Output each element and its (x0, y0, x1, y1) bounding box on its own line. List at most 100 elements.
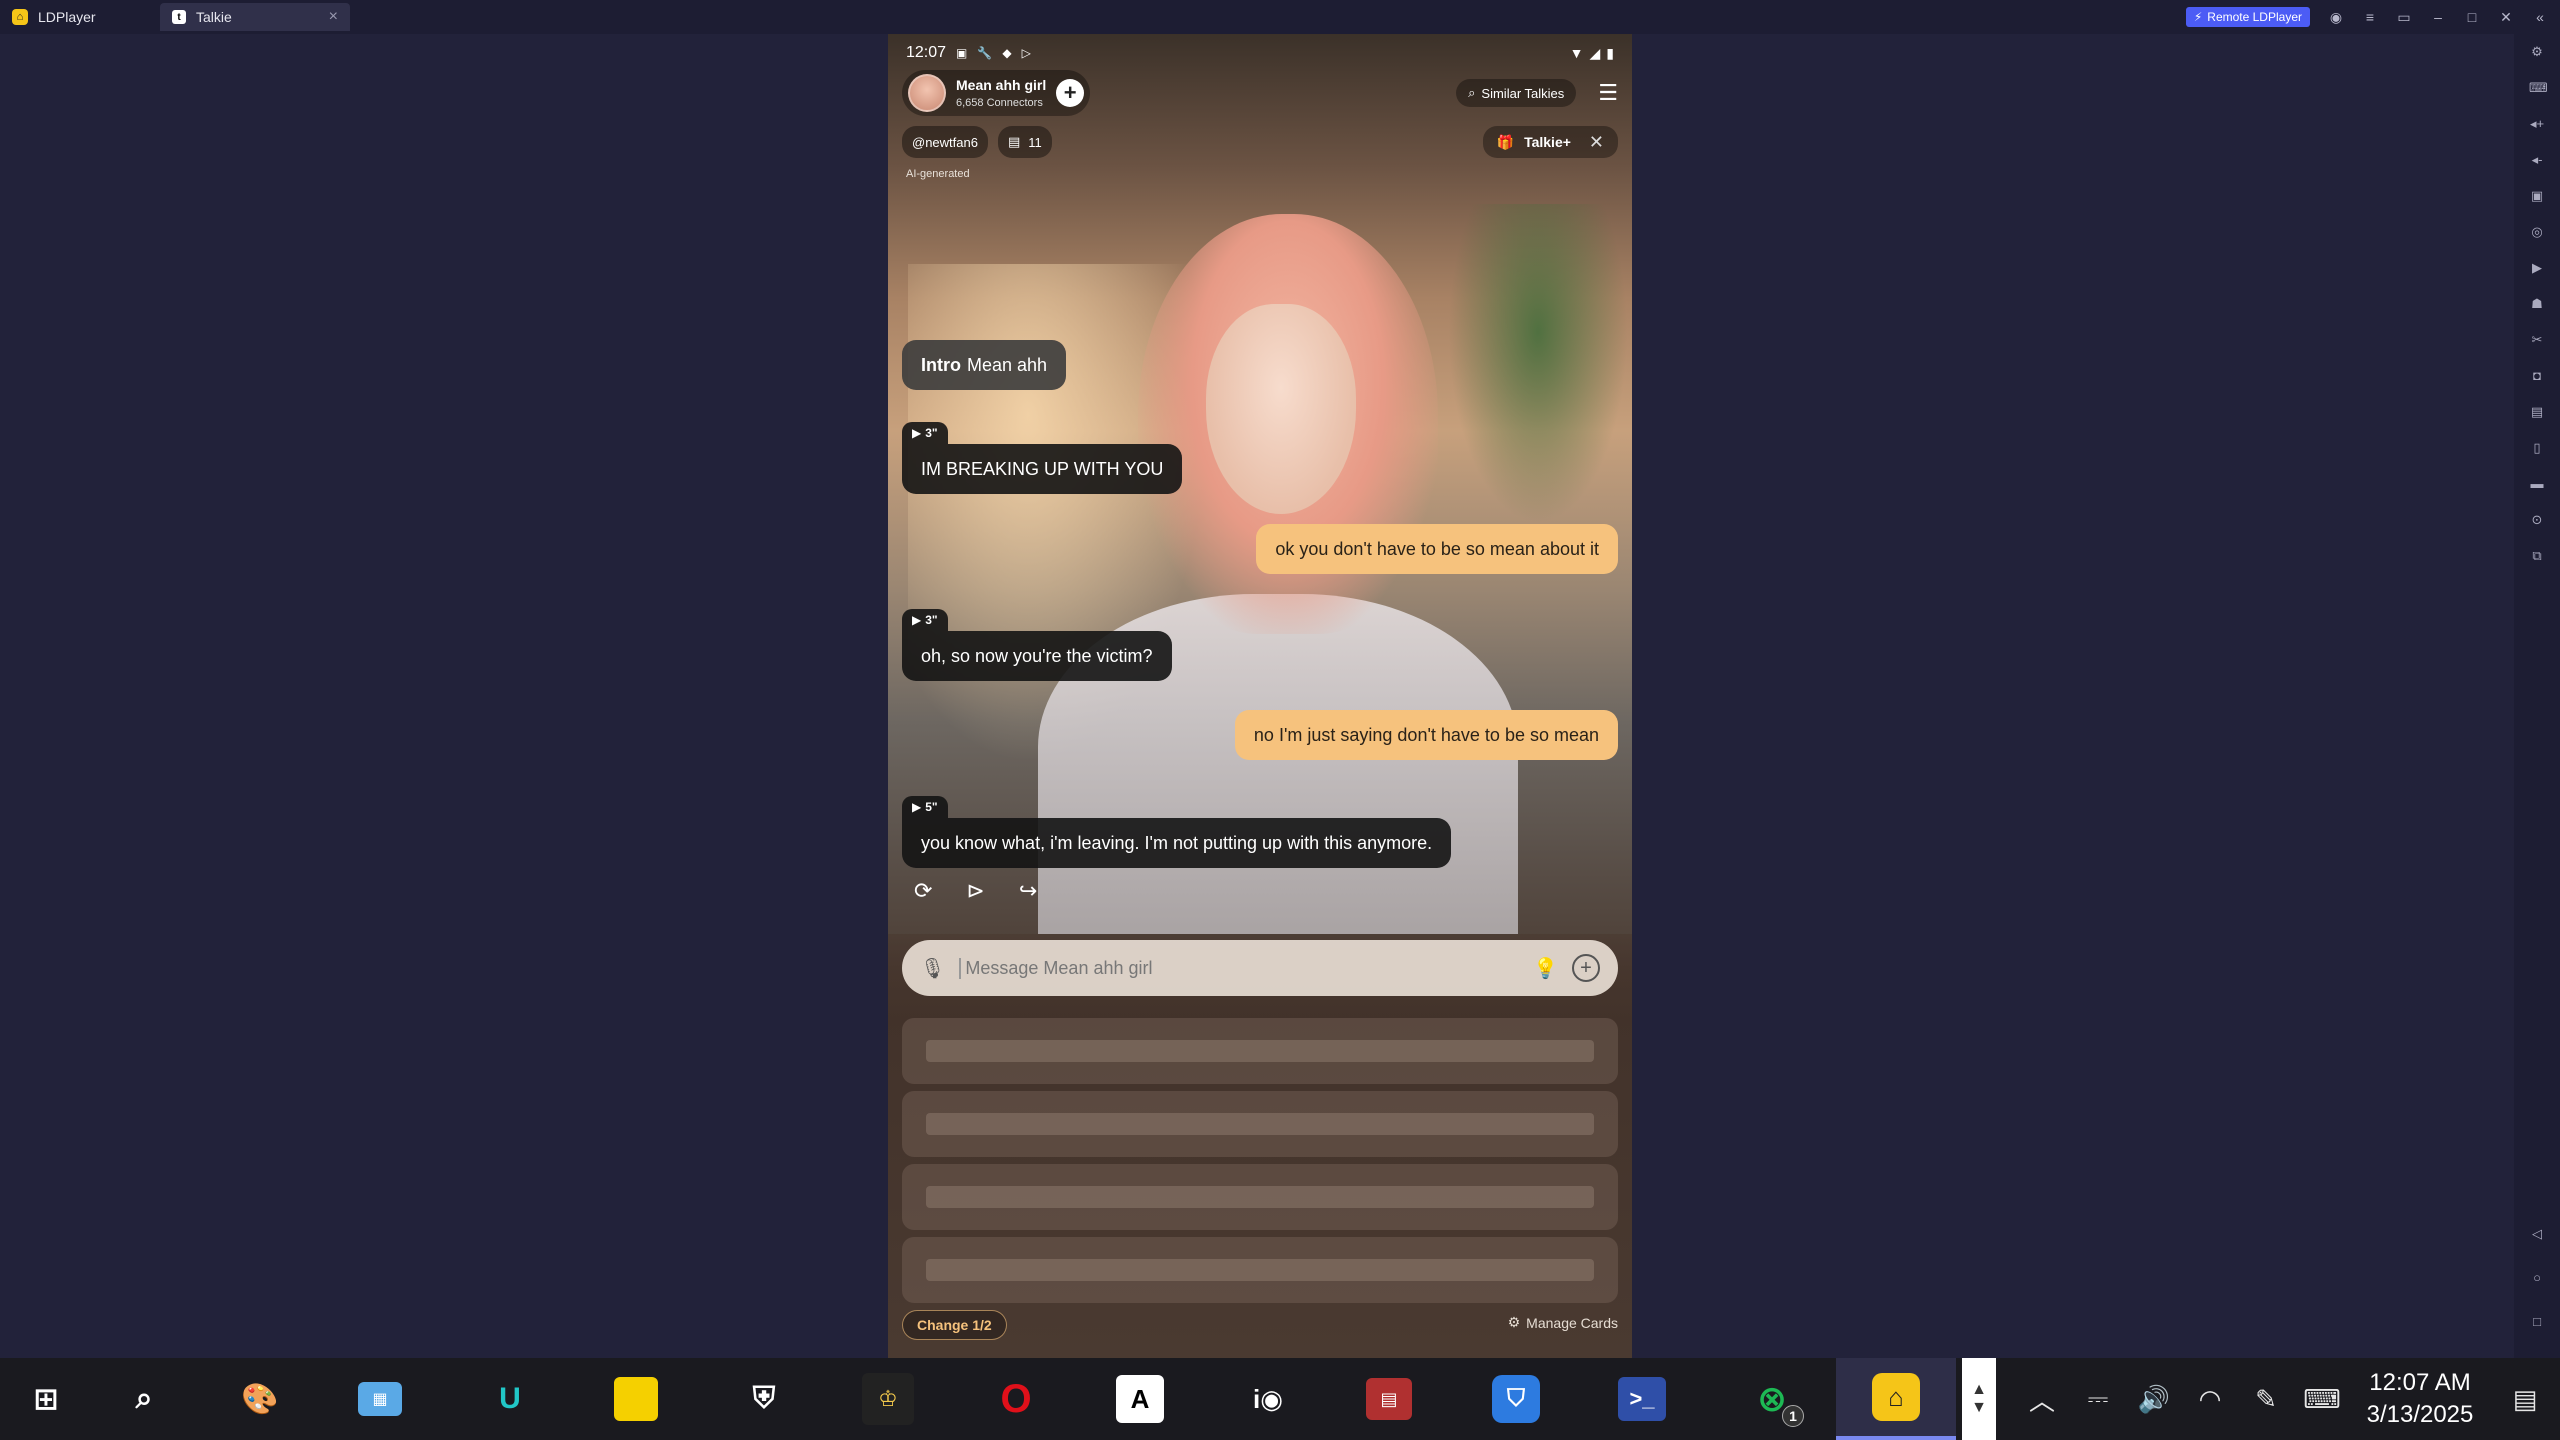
remote-ldplayer-button[interactable]: ⚡ Remote LDPlayer (2185, 7, 2310, 27)
game-icon: ◆ (1002, 46, 1012, 60)
scissors-icon[interactable]: ✂ (2529, 332, 2545, 348)
suggestion-card-placeholder[interactable] (902, 1237, 1618, 1303)
search-icon: ⌕ (1468, 85, 1476, 100)
search-icon[interactable]: ⌕ (116, 1371, 172, 1427)
tab-ldplayer[interactable]: ⌂ LDPlayer (0, 3, 150, 31)
user-message[interactable]: ok you don't have to be so mean about it (1256, 524, 1618, 574)
suggestion-card-placeholder[interactable] (902, 1018, 1618, 1084)
regenerate-icon[interactable]: ⟳ (914, 878, 932, 904)
comments-chip[interactable]: ▤ 11 (997, 126, 1052, 158)
volume-icon[interactable]: 🔊 (2126, 1384, 2182, 1415)
gear-icon: ⚙ (1507, 1314, 1521, 1330)
ldplayer-logo-icon: ⌂ (12, 9, 28, 25)
inkscape-icon[interactable]: A (1116, 1375, 1164, 1423)
opera-browser-icon[interactable]: O (988, 1371, 1044, 1427)
chevron-up-icon[interactable]: ︿ (2014, 1381, 2070, 1418)
avatar[interactable] (908, 74, 946, 112)
winrar-icon[interactable]: ▤ (1366, 1378, 1412, 1420)
paint-app-icon[interactable]: 🎨 (232, 1371, 288, 1427)
robot-icon[interactable]: ☗ (2529, 296, 2545, 312)
minimize-icon[interactable]: – (2430, 9, 2446, 25)
system-clock[interactable]: 12:07 AM 3/13/2025 (2350, 1369, 2490, 1429)
hamburger-menu-icon[interactable]: ☰ (1598, 80, 1618, 106)
change-cards-button[interactable]: Change 1/2 (902, 1310, 1007, 1340)
recents-icon[interactable]: □ (2529, 1314, 2545, 1330)
vpn-shield-icon[interactable]: ⛉ (1492, 1375, 1540, 1423)
lightbulb-icon[interactable]: 💡 (1533, 956, 1558, 981)
ibis-paint-icon[interactable]: i◉ (1240, 1371, 1296, 1427)
continue-icon[interactable]: ⊳ (966, 878, 984, 904)
similar-talkies-button[interactable]: ⌕ Similar Talkies (1456, 79, 1577, 107)
character-message[interactable]: you know what, i'm leaving. I'm not putt… (902, 818, 1452, 868)
settings-icon[interactable]: ⚙ (2529, 44, 2545, 60)
suggestion-card-placeholder[interactable] (902, 1164, 1618, 1230)
close-icon[interactable]: × (329, 8, 338, 26)
voice-play-button[interactable]: ▶ 5" (902, 796, 948, 818)
close-window-icon[interactable]: ✕ (2498, 9, 2514, 26)
signal-icon: ◢ (1589, 44, 1601, 61)
video-icon[interactable]: ▶ (2529, 260, 2545, 276)
character-message[interactable]: IM BREAKING UP WITH YOU (902, 444, 1183, 494)
tab-label: Talkie (196, 9, 232, 25)
record-icon[interactable]: ◎ (2529, 224, 2545, 240)
shake-icon[interactable]: ▯ (2529, 440, 2545, 456)
security-shield-icon[interactable]: ⛨ (736, 1371, 792, 1427)
close-icon[interactable]: ✕ (1589, 132, 1604, 153)
restore-window-icon[interactable]: ▭ (2396, 9, 2412, 26)
game-launcher-icon[interactable]: ♔ (862, 1373, 914, 1425)
keyboard-icon[interactable]: ⌨ (2294, 1384, 2350, 1415)
message-input[interactable] (959, 957, 1520, 979)
multi-instance-icon[interactable]: ⧉ (2529, 548, 2545, 564)
control-panel-icon[interactable]: ▦ (358, 1382, 402, 1416)
voice-play-button[interactable]: ▶ 3" (902, 422, 948, 444)
notification-icon: ▣ (956, 46, 968, 60)
play-store-icon: ▷ (1021, 46, 1031, 60)
wifi-icon[interactable]: ◠ (2182, 1384, 2238, 1415)
apk-install-icon[interactable]: ▤ (2529, 404, 2545, 420)
user-message[interactable]: no I'm just saying don't have to be so m… (1234, 710, 1618, 760)
back-icon[interactable]: ◁ (2529, 1226, 2545, 1242)
xbox-icon[interactable]: ⊗ 1 (1744, 1371, 1804, 1427)
intro-text: Mean ahh (967, 354, 1048, 375)
phone-screen: 12:07 ▣ 🔧 ◆ ▷ ▼ ◢ ▮ Mean ahh girl 6,658 … (888, 34, 1632, 1358)
pen-icon[interactable]: ✎ (2238, 1384, 2294, 1415)
manage-cards-button[interactable]: ⚙ Manage Cards (1508, 1314, 1618, 1331)
play-icon: ▶ (912, 800, 922, 814)
home-icon[interactable]: ○ (2529, 1270, 2545, 1286)
collapse-sidebar-icon[interactable]: « (2532, 9, 2548, 25)
chat-header: Mean ahh girl 6,658 Connectors + ⌕ Simil… (902, 70, 1618, 116)
taskbar-scroll-arrows[interactable]: ▲ ▼ (1962, 1358, 1996, 1440)
maximize-icon[interactable]: □ (2464, 9, 2480, 25)
ldplayer-taskbar-icon[interactable]: ⌂ (1836, 1358, 1956, 1440)
camera-icon[interactable]: ◘ (2529, 368, 2545, 384)
character-profile[interactable]: Mean ahh girl 6,658 Connectors + (902, 70, 1091, 116)
location-icon[interactable]: ⊙ (2529, 512, 2545, 528)
folder-icon[interactable]: ▬ (2529, 476, 2545, 492)
volume-up-icon[interactable]: ◂+ (2529, 116, 2545, 132)
suggestion-card-placeholder[interactable] (902, 1091, 1618, 1157)
screenshot-icon[interactable]: ▣ (2529, 188, 2545, 204)
windows-start-icon[interactable]: ⊞ (18, 1371, 74, 1427)
talkie-plus-banner[interactable]: 🎁 Talkie+ ✕ (1482, 126, 1618, 158)
account-icon[interactable]: ◉ (2328, 9, 2344, 26)
u-app-icon[interactable]: U (482, 1371, 538, 1427)
menu-icon[interactable]: ≡ (2362, 9, 2378, 25)
intro-bubble[interactable]: Intro Mean ahh (902, 340, 1067, 390)
powershell-icon[interactable]: >_ (1618, 1377, 1666, 1421)
character-message[interactable]: oh, so now you're the victim? (902, 631, 1172, 681)
voice-play-button[interactable]: ▶ 3" (902, 609, 948, 631)
notification-center-icon[interactable]: ▤ (2490, 1384, 2560, 1415)
keyboard-mapping-icon[interactable]: ⌨ (2529, 80, 2548, 96)
share-icon[interactable]: ↪ (1019, 878, 1037, 904)
microphone-icon[interactable]: 🎙 (920, 956, 945, 981)
tab-label: LDPlayer (38, 9, 96, 25)
character-background-image (888, 34, 1632, 1358)
battery-icon: ▮ (1606, 44, 1614, 61)
add-icon[interactable]: + (1572, 954, 1600, 982)
sticky-notes-icon[interactable] (614, 1377, 658, 1421)
creator-chip[interactable]: @newtfan6 (902, 126, 988, 158)
follow-plus-button[interactable]: + (1056, 79, 1085, 107)
battery-plug-icon[interactable]: ⎓ (2070, 1383, 2126, 1415)
tab-talkie[interactable]: t Talkie × (160, 3, 350, 31)
volume-down-icon[interactable]: ◂- (2529, 152, 2545, 168)
